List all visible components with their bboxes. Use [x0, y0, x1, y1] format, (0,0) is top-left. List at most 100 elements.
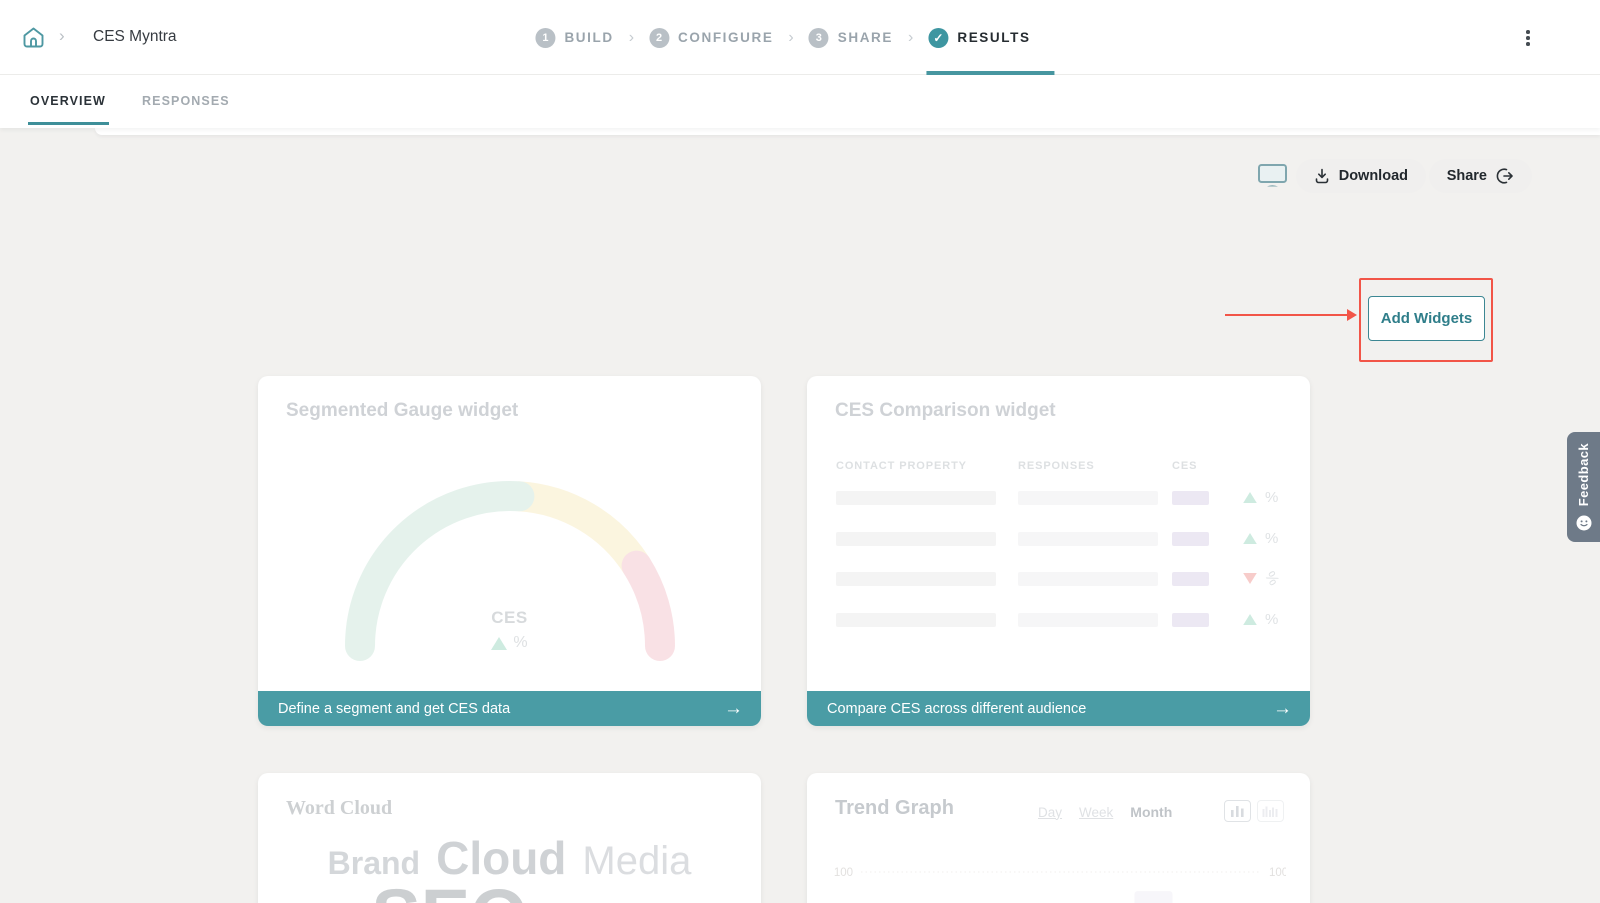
trend-indicator: % — [1242, 530, 1278, 547]
step-label: BUILD — [564, 30, 613, 45]
trend-widget-title: Trend Graph — [835, 797, 954, 820]
bar-chart-icon[interactable] — [1224, 800, 1251, 822]
overview-content: Add Widgets Segmented Gauge widget CES %… — [0, 128, 1600, 903]
trend-range-toggle: Day Week Month — [1038, 804, 1172, 820]
range-week[interactable]: Week — [1079, 805, 1113, 820]
stepper: 1 BUILD › 2 CONFIGURE › 3SHARE › ✓ RESULTS — [535, 0, 1030, 75]
column-contact-property: CONTACT PROPERTY — [836, 460, 967, 472]
trend-graph-widget-card: Trend Graph Day Week Month — [807, 773, 1310, 903]
page: › CES Myntra 1 BUILD › 2 CONFIGURE › 3SHARE › ✓ R… — [0, 0, 1600, 903]
delta-symbol: % — [1261, 568, 1282, 588]
contact-property-placeholder — [836, 572, 996, 586]
share-button[interactable]: Share — [1429, 159, 1532, 193]
column-responses: RESPONSES — [1018, 460, 1095, 472]
step-share[interactable]: 3SHARE — [809, 0, 893, 75]
word-cloud: BrandCloudMediaITSEODigitalManagementWid… — [258, 835, 761, 903]
cloud-word: Cloud — [436, 837, 566, 879]
step-chevron-icon: › — [788, 29, 793, 47]
trend-up-icon — [491, 637, 507, 650]
step-chevron-icon: › — [629, 29, 634, 47]
cloud-word: Media — [582, 843, 691, 880]
feedback-label: Feedback — [1576, 443, 1591, 506]
contact-property-placeholder — [836, 613, 996, 627]
step-chevron-icon: › — [908, 29, 913, 47]
trend-down-icon — [1243, 573, 1257, 584]
responses-placeholder — [1018, 491, 1158, 505]
contact-property-placeholder — [836, 491, 996, 505]
arrow-right-icon: → — [724, 699, 743, 718]
ces-comparison-widget-card: CES Comparison widget CONTACT PROPERTY R… — [807, 376, 1310, 726]
breadcrumb: CES Myntra — [93, 28, 177, 46]
delta-symbol: % — [1265, 611, 1278, 628]
comparison-card-footer-cta[interactable]: Compare CES across different audience → — [807, 691, 1310, 726]
trend-graph-chart: 100100757550502525 — [831, 843, 1286, 903]
ces-placeholder — [1172, 572, 1209, 586]
range-day[interactable]: Day — [1038, 805, 1062, 820]
feedback-tab[interactable]: Feedback — [1567, 432, 1600, 542]
smiley-icon — [1576, 515, 1592, 531]
comparison-card-body: CES Comparison widget CONTACT PROPERTY R… — [807, 376, 1310, 726]
column-ces: CES — [1172, 460, 1197, 472]
delta-symbol: % — [1265, 489, 1278, 506]
step-label: RESULTS — [957, 30, 1030, 45]
tab-overview[interactable]: OVERVIEW — [30, 94, 106, 108]
step-label: CONFIGURE — [678, 30, 773, 45]
grouped-bar-chart-icon[interactable] — [1257, 800, 1284, 822]
monitor-icon[interactable] — [1257, 163, 1288, 194]
trend-up-icon — [1243, 613, 1257, 624]
trend-up-icon — [1243, 532, 1257, 543]
word-cloud-widget-card: Word Cloud BrandCloudMediaITSEODigitalMa… — [258, 773, 761, 903]
step-build[interactable]: 1 BUILD — [535, 0, 613, 75]
trend-indicator: % — [1242, 489, 1278, 506]
wordcloud-card-body: Word Cloud BrandCloudMediaITSEODigitalMa… — [258, 773, 761, 903]
trend-indicator: % — [1242, 611, 1278, 628]
responses-placeholder — [1018, 532, 1158, 546]
gauge-widget-title: Segmented Gauge widget — [286, 400, 518, 422]
step-number: 3 — [809, 28, 829, 48]
home-icon[interactable] — [20, 24, 47, 51]
responses-placeholder — [1018, 572, 1158, 586]
kebab-menu-icon[interactable] — [1521, 26, 1535, 50]
step-number: 1 — [535, 28, 555, 48]
active-tab-underline — [28, 122, 109, 125]
ces-placeholder — [1172, 613, 1209, 627]
add-widgets-button[interactable]: Add Widgets — [1368, 296, 1485, 341]
arrow-right-icon: → — [1273, 699, 1292, 718]
ces-placeholder — [1172, 491, 1209, 505]
cloud-word: SEO — [371, 882, 527, 903]
tab-responses[interactable]: RESPONSES — [142, 94, 230, 108]
comparison-footer-text: Compare CES across different audience — [827, 701, 1273, 717]
gauge-metric: CES % — [258, 608, 761, 652]
step-number: 2 — [649, 28, 669, 48]
toolbar-shadow-strip — [95, 128, 1600, 135]
comparison-table-row: % — [835, 519, 1282, 560]
trend-bar — [1135, 891, 1173, 903]
comparison-table-row: % — [835, 559, 1282, 600]
segmented-gauge-widget-card: Segmented Gauge widget CES % Define a se… — [258, 376, 761, 726]
share-label: Share — [1447, 168, 1487, 184]
step-results[interactable]: ✓ RESULTS — [928, 0, 1030, 75]
comparison-table-row: % — [835, 600, 1282, 641]
y-tick-left: 100 — [834, 867, 853, 879]
gauge-card-footer-cta[interactable]: Define a segment and get CES data → — [258, 691, 761, 726]
step-check-icon: ✓ — [928, 28, 948, 48]
range-month[interactable]: Month — [1130, 804, 1172, 820]
download-button[interactable]: Download — [1296, 159, 1426, 193]
comparison-table: CONTACT PROPERTY RESPONSES CES %%%% — [835, 460, 1282, 640]
trend-up-icon — [1243, 492, 1257, 503]
trend-card-body: Trend Graph Day Week Month — [807, 773, 1310, 903]
share-icon — [1496, 167, 1514, 185]
annotation-arrowhead-icon — [1347, 309, 1357, 321]
top-header: › CES Myntra 1 BUILD › 2 CONFIGURE › 3SHARE › ✓ R… — [0, 0, 1600, 75]
results-toolbar: OVERVIEW RESPONSES Download Share — [0, 75, 1600, 128]
active-step-underline — [926, 71, 1054, 75]
contact-property-placeholder — [836, 532, 996, 546]
comparison-widget-title: CES Comparison widget — [835, 400, 1056, 422]
annotation-arrow — [1225, 314, 1349, 316]
wordcloud-widget-title: Word Cloud — [286, 797, 392, 820]
download-icon — [1314, 168, 1330, 184]
download-label: Download — [1339, 168, 1408, 184]
step-configure[interactable]: 2 CONFIGURE — [649, 0, 773, 75]
trend-chart-type-toggle — [1224, 800, 1284, 822]
responses-placeholder — [1018, 613, 1158, 627]
